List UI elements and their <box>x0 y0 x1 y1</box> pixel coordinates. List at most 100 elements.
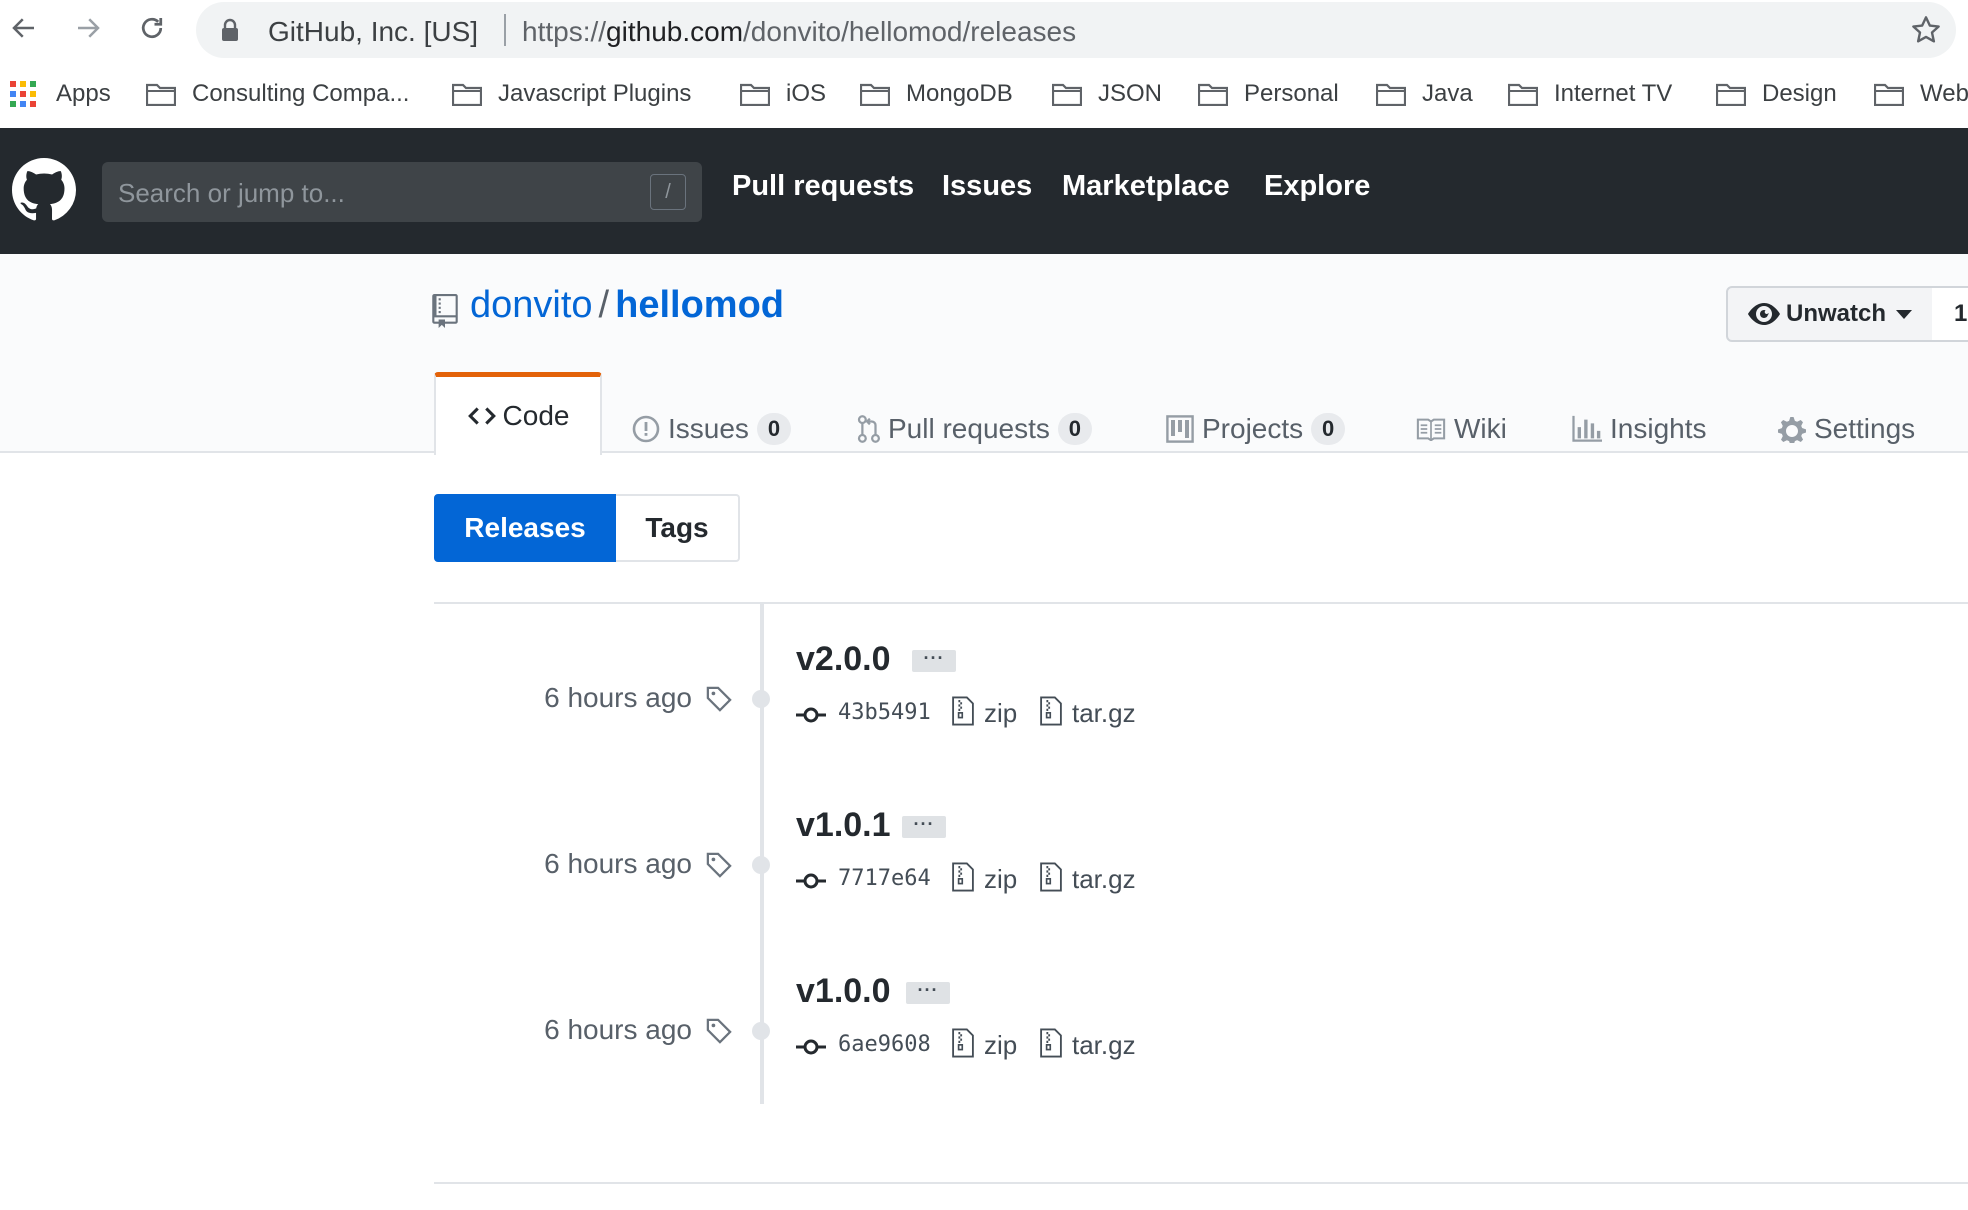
bookmark-folder[interactable]: Web <box>1874 78 1968 110</box>
tab-wiki-label: Wiki <box>1454 413 1507 444</box>
watchers-count[interactable]: 1 <box>1932 286 1968 342</box>
release-date[interactable]: 6 hours ago <box>544 848 692 880</box>
address-bar[interactable]: GitHub, Inc. [US] https://github.com/don… <box>196 2 1956 58</box>
unwatch-button[interactable]: Unwatch <box>1726 286 1934 342</box>
commit-sha-link[interactable]: 6ae9608 <box>838 1032 931 1057</box>
bookmark-folder[interactable]: MongoDB <box>860 78 1013 110</box>
back-button[interactable] <box>2 6 46 50</box>
releases-tab-button[interactable]: Releases <box>434 494 616 562</box>
file-zip-icon <box>1040 862 1062 892</box>
url-domain: github.com <box>606 16 744 47</box>
bookmark-folder[interactable]: Design <box>1716 78 1837 110</box>
download-zip-link[interactable]: zip <box>984 864 1017 895</box>
folder-icon <box>146 83 176 106</box>
tab-insights[interactable]: Insights <box>1572 404 1707 454</box>
tab-issues[interactable]: Issues 0 <box>632 404 791 454</box>
forward-button[interactable] <box>66 6 110 50</box>
caret-down-icon <box>1896 309 1913 319</box>
download-targz-link[interactable]: tar.gz <box>1072 698 1136 729</box>
site-identity: GitHub, Inc. [US] <box>268 16 479 47</box>
url-text: https://github.com/donvito/hellomod/rele… <box>522 16 1076 48</box>
search-shortcut-key: / <box>650 174 686 210</box>
github-search-input[interactable]: Search or jump to... / <box>102 162 702 222</box>
browser-toolbar: GitHub, Inc. [US] https://github.com/don… <box>0 0 1968 60</box>
bookmark-label: Design <box>1762 80 1837 107</box>
issues-counter: 0 <box>756 413 791 445</box>
more-options-button[interactable]: ··· <box>902 815 946 838</box>
release-entry: 6 hours ago v1.0.1 ··· 7717e64 zip tar.g… <box>0 806 1968 956</box>
bookmark-folder[interactable]: Internet TV <box>1508 78 1672 110</box>
bookmark-label: JSON <box>1098 80 1163 107</box>
github-logo-icon[interactable] <box>12 158 76 222</box>
file-zip-icon <box>952 1028 974 1058</box>
bookmark-folder[interactable]: Java <box>1376 78 1473 110</box>
bookmark-star-icon[interactable] <box>1910 14 1942 46</box>
git-pull-request-icon <box>857 415 880 443</box>
nav-pull-requests[interactable]: Pull requests <box>732 170 914 203</box>
apps-grid-icon <box>10 81 36 107</box>
more-options-button[interactable]: ··· <box>912 649 956 672</box>
tab-wiki[interactable]: Wiki <box>1416 404 1507 454</box>
bookmark-folder[interactable]: JSON <box>1052 78 1162 110</box>
folder-icon <box>1198 83 1228 106</box>
repo-title: donvito / hellomod <box>470 284 784 327</box>
bookmark-folder[interactable]: Personal <box>1198 78 1339 110</box>
release-version-link[interactable]: v2.0.0 <box>796 640 891 679</box>
github-header: Search or jump to... / Pull requests Iss… <box>0 128 1968 254</box>
file-zip-icon <box>952 862 974 892</box>
release-entry: 6 hours ago v2.0.0 ··· 43b5491 zip tar.g… <box>0 640 1968 790</box>
download-targz-link[interactable]: tar.gz <box>1072 1030 1136 1061</box>
timeline-dot <box>752 1022 770 1040</box>
bookmark-apps[interactable]: Apps <box>10 78 111 110</box>
download-zip-link[interactable]: zip <box>984 698 1017 729</box>
project-icon <box>1166 415 1194 443</box>
bookmark-label: Javascript Plugins <box>498 80 692 107</box>
address-divider <box>504 14 506 46</box>
unwatch-label: Unwatch <box>1786 300 1887 327</box>
release-version-link[interactable]: v1.0.0 <box>796 972 891 1011</box>
reload-button[interactable] <box>130 6 174 50</box>
more-options-button[interactable]: ··· <box>906 981 950 1004</box>
nav-marketplace[interactable]: Marketplace <box>1062 170 1230 203</box>
timeline-dot <box>752 690 770 708</box>
download-zip-link[interactable]: zip <box>984 1030 1017 1061</box>
file-zip-icon <box>1040 1028 1062 1058</box>
folder-icon <box>1508 83 1538 106</box>
nav-explore[interactable]: Explore <box>1264 170 1370 203</box>
graph-icon <box>1572 415 1602 442</box>
url-scheme: https:// <box>522 16 607 47</box>
folder-icon <box>1052 83 1082 106</box>
release-date[interactable]: 6 hours ago <box>544 1014 692 1046</box>
release-date[interactable]: 6 hours ago <box>544 682 692 714</box>
tab-settings[interactable]: Settings <box>1778 404 1915 454</box>
tab-settings-label: Settings <box>1814 413 1916 444</box>
reload-icon <box>141 17 163 39</box>
projects-counter: 0 <box>1311 413 1346 445</box>
tab-issues-label: Issues <box>668 413 749 444</box>
tag-icon <box>706 852 732 878</box>
tab-pull-requests[interactable]: Pull requests 0 <box>856 404 1092 454</box>
back-arrow-icon <box>12 18 34 38</box>
bookmark-label: Internet TV <box>1554 80 1673 107</box>
release-version-link[interactable]: v1.0.1 <box>796 806 891 845</box>
tab-code[interactable]: Code <box>434 372 602 455</box>
bookmarks-bar: Apps Consulting Compa... Javascript Plug… <box>0 60 1968 128</box>
repo-name-link[interactable]: hellomod <box>615 284 784 326</box>
tab-projects[interactable]: Projects 0 <box>1166 404 1346 454</box>
nav-issues[interactable]: Issues <box>942 170 1032 203</box>
tags-tab-button[interactable]: Tags <box>616 494 740 562</box>
repo-icon <box>432 294 458 328</box>
download-targz-link[interactable]: tar.gz <box>1072 864 1136 895</box>
repo-separator: / <box>598 284 610 326</box>
divider <box>434 602 1968 604</box>
repo-owner-link[interactable]: donvito <box>470 284 593 326</box>
commit-sha-link[interactable]: 7717e64 <box>838 866 931 891</box>
bookmark-folder[interactable]: Consulting Compa... <box>146 78 409 110</box>
tab-insights-label: Insights <box>1610 413 1707 444</box>
commit-sha-link[interactable]: 43b5491 <box>838 700 931 725</box>
search-placeholder: Search or jump to... <box>118 178 345 208</box>
tag-icon <box>706 1018 732 1044</box>
bookmark-folder[interactable]: Javascript Plugins <box>452 78 691 110</box>
bookmark-folder[interactable]: iOS <box>740 78 826 110</box>
release-entry: 6 hours ago v1.0.0 ··· 6ae9608 zip tar.g… <box>0 972 1968 1122</box>
